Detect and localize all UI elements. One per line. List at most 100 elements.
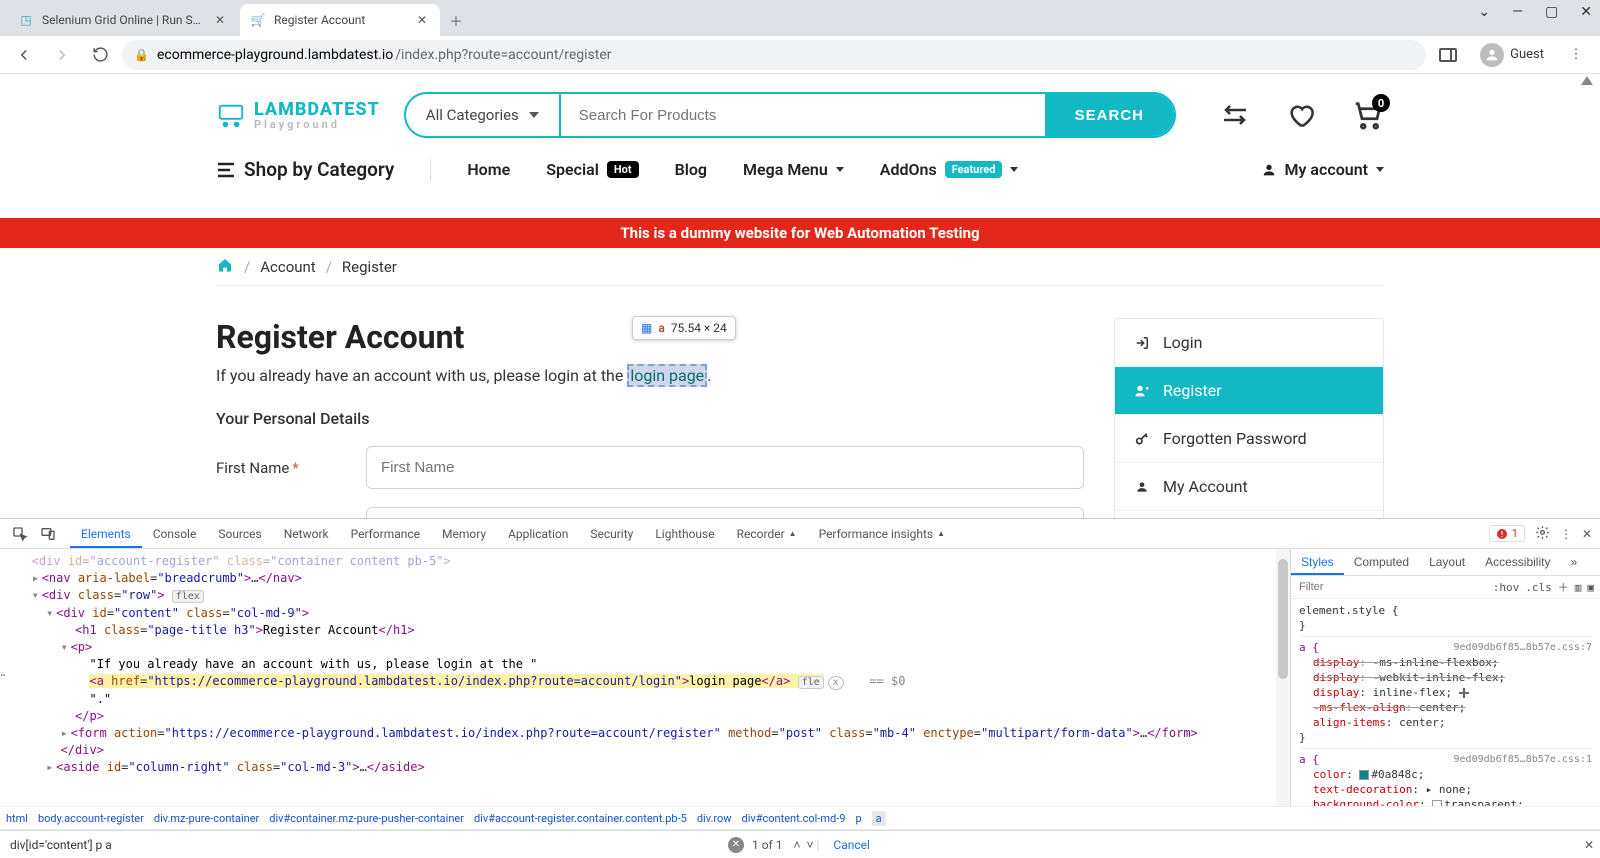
- devtools-tab-sources[interactable]: Sources: [207, 520, 272, 548]
- dom-breadcrumbs[interactable]: html body.account-register div.mz-pure-c…: [0, 806, 1600, 830]
- clear-icon[interactable]: ✕: [728, 837, 744, 853]
- computed-panel-icon[interactable]: ▥: [1575, 581, 1582, 594]
- nav-label: Blog: [675, 160, 707, 179]
- nav-special[interactable]: Special Hot: [546, 160, 638, 179]
- search-button[interactable]: SEARCH: [1045, 94, 1174, 136]
- styles-tab-layout[interactable]: Layout: [1419, 549, 1475, 575]
- devtools-tab-lighthouse[interactable]: Lighthouse: [644, 520, 725, 548]
- nav-shop-category[interactable]: Shop by Category: [216, 158, 394, 181]
- nav-my-account[interactable]: My account: [1261, 160, 1385, 179]
- hov-toggle[interactable]: :hov: [1493, 581, 1520, 594]
- dom-scrollbar[interactable]: [1276, 549, 1290, 806]
- chevron-down-icon: [529, 112, 539, 118]
- maximize-icon[interactable]: ▢: [1545, 4, 1558, 20]
- box-model-icon[interactable]: ▣: [1587, 581, 1594, 594]
- nav-blog[interactable]: Blog: [675, 160, 707, 179]
- devtools-tab-elements[interactable]: Elements: [70, 520, 142, 548]
- breadcrumb-account[interactable]: Account: [260, 258, 316, 276]
- more-tabs-icon[interactable]: »: [1560, 549, 1587, 575]
- close-icon[interactable]: ✕: [1584, 838, 1594, 852]
- devtools-tab-perfinsights[interactable]: Performance insights: [808, 520, 956, 548]
- address-bar[interactable]: 🔒 ecommerce-playground.lambdatest.io/ind…: [122, 40, 1426, 70]
- new-rule-icon[interactable]: ＋: [1558, 579, 1569, 595]
- search-next-icon[interactable]: ˅: [803, 838, 816, 852]
- cart-icon[interactable]: 0: [1350, 98, 1384, 132]
- devtools-tab-application[interactable]: Application: [497, 520, 579, 548]
- devtools-tab-recorder[interactable]: Recorder: [726, 520, 808, 548]
- kebab-menu-icon[interactable]: ⋮: [1560, 527, 1572, 541]
- first-name-input[interactable]: [366, 446, 1084, 489]
- avatar-icon: [1480, 43, 1504, 67]
- site-logo[interactable]: LAMBDATEST Playground: [216, 100, 380, 130]
- crumb[interactable]: p: [855, 812, 861, 825]
- crumb[interactable]: div#account-register.container.content.p…: [474, 812, 687, 825]
- styles-panel: Styles Computed Layout Accessibility » :…: [1290, 549, 1600, 806]
- error-count-badge[interactable]: 1: [1489, 525, 1525, 542]
- devtools-tab-security[interactable]: Security: [579, 520, 644, 548]
- side-panel-icon[interactable]: [1432, 39, 1464, 71]
- profile-button[interactable]: Guest: [1480, 43, 1544, 67]
- forward-button[interactable]: [46, 39, 78, 71]
- crumb[interactable]: body.account-register: [38, 812, 144, 825]
- crumb[interactable]: html: [6, 812, 28, 825]
- sidebar-item-register[interactable]: Register: [1115, 366, 1383, 414]
- browser-tab-1[interactable]: 🛒 Register Account ✕: [240, 4, 440, 36]
- nav-mega-menu[interactable]: Mega Menu: [743, 160, 844, 179]
- devtools-tab-network[interactable]: Network: [273, 520, 340, 548]
- last-name-input[interactable]: [366, 507, 1084, 518]
- sidebar-item-myaccount[interactable]: My Account: [1115, 462, 1383, 510]
- reload-button[interactable]: [84, 39, 116, 71]
- scroll-up-icon[interactable]: [1580, 76, 1594, 89]
- device-toggle-button[interactable]: [36, 522, 60, 546]
- notice-banner: This is a dummy website for Web Automati…: [0, 218, 1600, 248]
- devtools-tab-performance[interactable]: Performance: [340, 520, 431, 548]
- chevron-down-icon[interactable]: ⌄: [1478, 4, 1490, 20]
- devtools-tab-memory[interactable]: Memory: [431, 520, 497, 548]
- close-icon[interactable]: ✕: [1580, 4, 1592, 20]
- close-icon[interactable]: ✕: [212, 12, 228, 28]
- search-input[interactable]: [561, 107, 1045, 124]
- sidebar-item-forgot[interactable]: Forgotten Password: [1115, 414, 1383, 462]
- tooltip-tag: a: [658, 321, 664, 335]
- cls-toggle[interactable]: .cls: [1525, 581, 1552, 594]
- crumb[interactable]: div.row: [697, 812, 732, 825]
- crumb[interactable]: div.mz-pure-container: [154, 812, 259, 825]
- sidebar-item-login[interactable]: Login: [1115, 319, 1383, 366]
- search-prev-icon[interactable]: ˄: [790, 838, 803, 852]
- wishlist-icon[interactable]: [1284, 98, 1318, 132]
- devtools-search-input[interactable]: [6, 834, 728, 856]
- kebab-menu-icon[interactable]: ⋮: [1560, 39, 1592, 71]
- styles-rules[interactable]: element.style { } a {9ed09db6f85…8b57e.c…: [1291, 599, 1600, 806]
- crumb-selected[interactable]: a: [872, 811, 886, 826]
- search-cancel-button[interactable]: Cancel: [833, 838, 870, 852]
- breadcrumb-register[interactable]: Register: [342, 258, 397, 276]
- error-count: 1: [1512, 527, 1518, 540]
- register-icon: [1133, 383, 1151, 399]
- close-icon[interactable]: ✕: [1582, 527, 1592, 541]
- sidebar-item-cutoff[interactable]: ▭: [1115, 510, 1383, 518]
- sidebar-item-label: Login: [1163, 333, 1202, 352]
- compare-icon[interactable]: [1218, 98, 1252, 132]
- dom-tree-panel[interactable]: ⋯ <div id="account-register" class="cont…: [0, 549, 1290, 806]
- search-category-label: All Categories: [426, 106, 519, 124]
- search-category-dropdown[interactable]: All Categories: [406, 94, 561, 136]
- home-icon[interactable]: [216, 257, 234, 277]
- close-icon[interactable]: ✕: [414, 12, 430, 28]
- browser-tab-0[interactable]: ◳ Selenium Grid Online | Run Selen ✕: [8, 4, 238, 36]
- crumb[interactable]: div#container.mz-pure-pusher-container: [269, 812, 464, 825]
- styles-filter-input[interactable]: [1297, 579, 1487, 595]
- gear-icon[interactable]: [1535, 525, 1550, 543]
- new-tab-button[interactable]: ＋: [442, 6, 470, 34]
- styles-tab-computed[interactable]: Computed: [1344, 549, 1419, 575]
- devtools-tab-console[interactable]: Console: [142, 520, 208, 548]
- flex-grid-icon[interactable]: [1459, 688, 1469, 698]
- minimize-icon[interactable]: —: [1512, 4, 1523, 20]
- inspect-element-button[interactable]: [8, 522, 32, 546]
- crumb[interactable]: div#content.col-md-9: [742, 812, 846, 825]
- styles-tab-accessibility[interactable]: Accessibility: [1475, 549, 1560, 575]
- login-page-link[interactable]: login page: [627, 364, 707, 387]
- nav-addons[interactable]: AddOns Featured: [880, 160, 1019, 179]
- back-button[interactable]: [8, 39, 40, 71]
- styles-tab-styles[interactable]: Styles: [1291, 549, 1344, 575]
- nav-home[interactable]: Home: [467, 160, 510, 179]
